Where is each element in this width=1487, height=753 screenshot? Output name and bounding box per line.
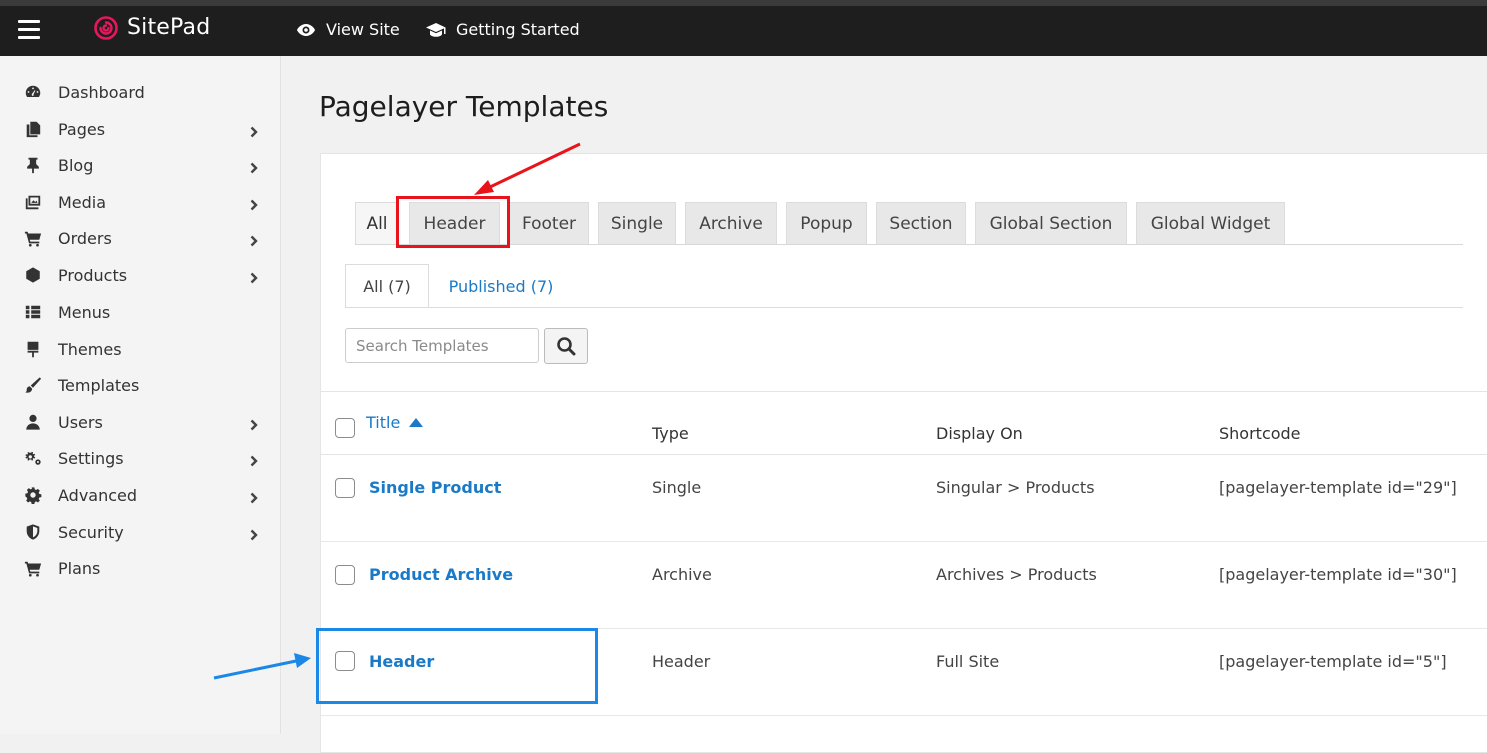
sidebar: Dashboard Pages Blog Media Orders Produc…	[0, 56, 281, 734]
table-row-display-on: Full Site	[936, 652, 1000, 671]
sort-ascending-icon	[409, 418, 424, 427]
tab-all[interactable]: All	[355, 202, 399, 244]
gear-icon	[23, 485, 43, 505]
search-icon	[557, 337, 576, 356]
list-icon	[23, 302, 43, 322]
chevron-right-icon	[248, 196, 260, 211]
column-shortcode-header: Shortcode	[1219, 424, 1301, 443]
top-bar: SitePad View Site Getting Started	[0, 0, 1487, 56]
brand-name: SitePad	[127, 15, 211, 40]
tab-archive[interactable]: Archive	[685, 202, 777, 244]
chevron-right-icon	[248, 232, 260, 247]
pages-icon	[23, 119, 43, 139]
brand-logo[interactable]: SitePad	[94, 15, 210, 40]
dashboard-icon	[23, 82, 43, 102]
table-row-shortcode: [pagelayer-template id="30"]	[1219, 565, 1457, 584]
table-row-display-on: Archives > Products	[936, 565, 1097, 584]
table-row-title-link[interactable]: Single Product	[369, 478, 501, 497]
tab-global-widget[interactable]: Global Widget	[1136, 202, 1285, 244]
status-tab-divider	[345, 307, 1463, 308]
getting-started-label: Getting Started	[456, 20, 580, 39]
row-divider	[321, 541, 1487, 542]
graduation-cap-icon	[426, 22, 446, 37]
table-row-type: Archive	[652, 565, 712, 584]
title-sort-header[interactable]: Title	[366, 413, 424, 432]
chevron-right-icon	[248, 489, 260, 504]
chevron-right-icon	[248, 159, 260, 174]
column-display-on-header: Display On	[936, 424, 1023, 443]
table-row-shortcode: [pagelayer-template id="5"]	[1219, 652, 1447, 671]
row-checkbox[interactable]	[335, 565, 355, 585]
sidebar-item-advanced[interactable]: Advanced	[0, 477, 281, 513]
sitepad-logo-icon	[94, 15, 118, 40]
search-button[interactable]	[544, 328, 588, 364]
row-checkbox[interactable]	[335, 478, 355, 498]
tab-footer[interactable]: Footer	[509, 202, 589, 244]
view-site-label: View Site	[326, 20, 400, 39]
sidebar-item-orders[interactable]: Orders	[0, 220, 281, 256]
gears-icon	[23, 448, 43, 468]
column-title-label: Title	[366, 413, 401, 432]
tab-global-section[interactable]: Global Section	[975, 202, 1127, 244]
chevron-right-icon	[248, 269, 260, 284]
row-divider	[321, 715, 1487, 716]
sidebar-item-dashboard[interactable]: Dashboard	[0, 74, 281, 110]
header-row-highlight	[316, 628, 598, 704]
sidebar-item-blog[interactable]: Blog	[0, 147, 281, 183]
page-title: Pagelayer Templates	[319, 90, 609, 123]
paintbrush-icon	[23, 375, 43, 395]
header-tab-highlight	[396, 196, 510, 248]
chevron-right-icon	[248, 123, 260, 138]
table-row-type: Header	[652, 652, 711, 671]
table-row-shortcode: [pagelayer-template id="29"]	[1219, 478, 1457, 497]
shield-icon	[23, 522, 43, 542]
sidebar-item-pages[interactable]: Pages	[0, 111, 281, 147]
status-tab-published[interactable]: Published (7)	[436, 264, 566, 308]
tab-popup[interactable]: Popup	[786, 202, 867, 244]
cart-icon	[23, 558, 43, 578]
table-header	[321, 391, 1487, 455]
tab-single[interactable]: Single	[598, 202, 676, 244]
table-row-title-link[interactable]: Product Archive	[369, 565, 513, 584]
cart-icon	[23, 228, 43, 248]
sidebar-item-security[interactable]: Security	[0, 514, 281, 550]
chevron-right-icon	[248, 452, 260, 467]
table-row-type: Single	[652, 478, 702, 497]
chevron-right-icon	[248, 416, 260, 431]
eye-icon	[297, 23, 315, 36]
column-type-header: Type	[652, 424, 689, 443]
user-icon	[23, 412, 43, 432]
sidebar-item-settings[interactable]: Settings	[0, 440, 281, 476]
status-tab-all[interactable]: All (7)	[345, 264, 429, 308]
cube-icon	[23, 265, 43, 285]
sidebar-item-templates[interactable]: Templates	[0, 367, 281, 403]
sidebar-item-media[interactable]: Media	[0, 184, 281, 220]
brush-icon	[23, 339, 43, 359]
sidebar-item-users[interactable]: Users	[0, 404, 281, 440]
pin-icon	[23, 155, 43, 175]
media-icon	[23, 192, 43, 212]
view-site-link[interactable]: View Site	[296, 20, 400, 39]
tab-divider	[355, 244, 1463, 245]
getting-started-link[interactable]: Getting Started	[426, 20, 580, 39]
sidebar-item-menus[interactable]: Menus	[0, 294, 281, 330]
tab-section[interactable]: Section	[876, 202, 966, 244]
sidebar-item-themes[interactable]: Themes	[0, 331, 281, 367]
chevron-right-icon	[248, 526, 260, 541]
search-input[interactable]	[345, 328, 539, 363]
sidebar-item-products[interactable]: Products	[0, 257, 281, 293]
select-all-checkbox[interactable]	[335, 418, 355, 438]
table-row-display-on: Singular > Products	[936, 478, 1095, 497]
hamburger-menu-icon[interactable]	[18, 20, 40, 39]
sidebar-item-plans[interactable]: Plans	[0, 550, 281, 586]
